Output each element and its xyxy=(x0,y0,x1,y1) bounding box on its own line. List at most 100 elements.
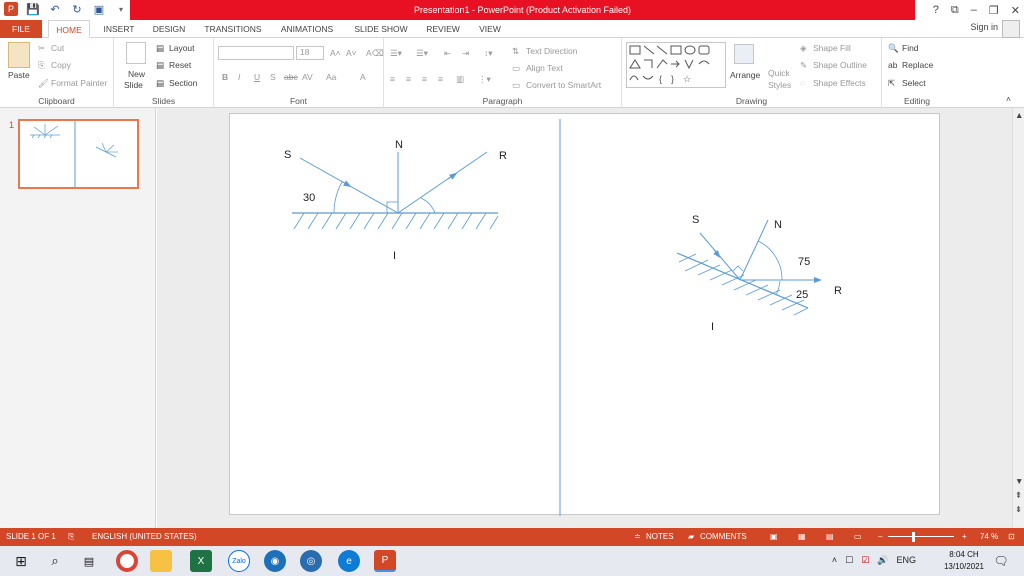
cut-button[interactable]: Cut xyxy=(51,43,64,53)
tab-home[interactable]: HOME xyxy=(48,20,90,38)
zoom-out-icon[interactable]: – xyxy=(878,528,882,546)
ribbon-display-options-button[interactable]: ⧉ xyxy=(951,4,959,17)
search-icon[interactable]: ⌕ xyxy=(44,550,66,572)
slide-thumbnail[interactable] xyxy=(18,119,139,189)
section-button[interactable]: Section xyxy=(169,78,197,88)
bold-button[interactable]: B xyxy=(222,72,228,82)
zoom-slider-thumb[interactable] xyxy=(912,532,915,542)
increase-indent-icon[interactable]: ⇥ xyxy=(462,48,469,59)
numbering-icon[interactable]: ☰▾ xyxy=(416,48,428,59)
font-name-input[interactable] xyxy=(218,46,294,60)
decrease-indent-icon[interactable]: ⇤ xyxy=(444,48,451,59)
copy-button[interactable]: Copy xyxy=(51,60,71,70)
close-button[interactable]: ✕ xyxy=(1011,4,1020,17)
help-button[interactable]: ? xyxy=(933,4,939,16)
minimize-button[interactable]: – xyxy=(971,4,977,16)
avatar[interactable] xyxy=(1002,20,1020,38)
customize-qat-icon[interactable]: ▾ xyxy=(114,2,128,16)
antivirus-icon[interactable]: ☑ xyxy=(861,555,869,566)
app-icon-2[interactable]: ◎ xyxy=(300,550,322,572)
clear-formatting-icon[interactable]: A⌫ xyxy=(366,48,384,59)
font-color-button[interactable]: A xyxy=(360,72,366,82)
bullets-icon[interactable]: ☰▾ xyxy=(390,48,402,59)
convert-smartart-button[interactable]: Convert to SmartArt xyxy=(526,80,601,90)
shape-outline-button[interactable]: Shape Outline xyxy=(813,60,867,70)
italic-button[interactable]: I xyxy=(238,72,240,82)
format-painter-button[interactable]: Format Painter xyxy=(51,78,107,88)
slide-sorter-icon[interactable]: ▦ xyxy=(798,528,806,546)
find-button[interactable]: Find xyxy=(902,43,919,53)
reading-view-icon[interactable]: ▤ xyxy=(826,528,834,546)
align-center-icon[interactable]: ≡ xyxy=(406,74,411,84)
character-spacing-button[interactable]: AV xyxy=(302,72,313,82)
slide-show-icon[interactable]: ▭ xyxy=(854,528,862,546)
slide-canvas[interactable]: S N R 30 I S N R 75 25 I xyxy=(229,113,940,524)
notes-button[interactable]: NOTES xyxy=(646,528,674,546)
normal-view-icon[interactable]: ▣ xyxy=(770,528,778,546)
paragraph-dialog-icon[interactable]: ⋮▾ xyxy=(478,74,491,85)
edge-icon[interactable]: e xyxy=(338,550,360,572)
maximize-button[interactable]: ❐ xyxy=(989,4,999,17)
file-explorer-icon[interactable] xyxy=(150,550,172,572)
task-view-icon[interactable]: ▤ xyxy=(78,550,100,572)
tab-animations[interactable]: ANIMATIONS xyxy=(276,20,338,38)
scroll-up-icon[interactable]: ▲ xyxy=(1015,110,1023,120)
zoom-slider[interactable] xyxy=(888,536,954,537)
network-icon[interactable]: ☐ xyxy=(845,555,853,566)
tab-insert[interactable]: INSERT xyxy=(98,20,140,38)
scroll-down-icon[interactable]: ▼ xyxy=(1015,476,1023,486)
tab-review[interactable]: REVIEW xyxy=(422,20,464,38)
vertical-scrollbar[interactable]: ▲ ▼ ⇞ ⇟ xyxy=(1012,108,1024,528)
language-status[interactable]: ENGLISH (UNITED STATES) xyxy=(92,528,197,546)
replace-button[interactable]: Replace xyxy=(902,60,933,70)
justify-icon[interactable]: ≡ xyxy=(438,74,443,84)
reset-button[interactable]: Reset xyxy=(169,60,191,70)
spell-check-icon[interactable]: ⎘ xyxy=(68,528,74,546)
strikethrough-button[interactable]: abc xyxy=(284,72,298,82)
text-direction-button[interactable]: Text Direction xyxy=(526,46,578,56)
volume-icon[interactable]: 🔊 xyxy=(877,555,888,566)
new-slide-icon[interactable] xyxy=(126,42,146,64)
align-left-icon[interactable]: ≡ xyxy=(390,74,395,84)
new-slide-button[interactable]: New xyxy=(128,69,145,79)
input-language[interactable]: ENG xyxy=(896,555,916,566)
undo-icon[interactable]: ↶ xyxy=(48,2,62,16)
quick-styles-button[interactable]: Quick xyxy=(768,68,790,78)
grow-font-icon[interactable]: A˄ xyxy=(330,48,341,58)
tray-chevron-icon[interactable]: ˄ xyxy=(832,555,837,566)
chrome-icon[interactable] xyxy=(116,550,138,572)
previous-slide-icon[interactable]: ⇞ xyxy=(1015,490,1022,501)
zoom-level[interactable]: 74 % xyxy=(980,528,998,546)
comments-button[interactable]: COMMENTS xyxy=(700,528,747,546)
align-right-icon[interactable]: ≡ xyxy=(422,74,427,84)
windows-start-icon[interactable]: ⊞ xyxy=(10,550,32,572)
tab-transitions[interactable]: TRANSITIONS xyxy=(200,20,266,38)
zoom-in-icon[interactable]: + xyxy=(962,528,967,546)
shrink-font-icon[interactable]: A˅ xyxy=(346,48,357,58)
zalo-icon[interactable]: Zalo xyxy=(228,550,250,572)
line-spacing-icon[interactable]: ↕▾ xyxy=(484,48,493,59)
powerpoint-taskbar-icon[interactable]: P xyxy=(374,550,396,572)
tab-view[interactable]: VIEW xyxy=(472,20,508,38)
sign-in-link[interactable]: Sign in xyxy=(970,22,998,32)
clock[interactable]: 8:04 CH 13/10/2021 xyxy=(944,549,984,573)
fit-slide-icon[interactable]: ⊡ xyxy=(1008,528,1015,546)
paste-icon[interactable] xyxy=(8,42,30,68)
tab-file[interactable]: FILE xyxy=(0,20,42,38)
arrange-icon[interactable] xyxy=(734,44,754,64)
tab-design[interactable]: DESIGN xyxy=(148,20,190,38)
start-from-beginning-icon[interactable]: ▣ xyxy=(92,2,106,16)
next-slide-icon[interactable]: ⇟ xyxy=(1015,504,1022,515)
layout-button[interactable]: Layout xyxy=(169,43,195,53)
change-case-button[interactable]: Aa xyxy=(326,72,336,82)
underline-button[interactable]: U xyxy=(254,72,260,82)
select-button[interactable]: Select xyxy=(902,78,926,88)
collapse-ribbon-icon[interactable]: ˄ xyxy=(1006,94,1011,104)
redo-icon[interactable]: ↻ xyxy=(70,2,84,16)
shape-effects-button[interactable]: Shape Effects xyxy=(813,78,866,88)
font-size-input[interactable]: 18 xyxy=(296,46,324,60)
paste-button[interactable]: Paste xyxy=(8,70,30,80)
save-icon[interactable]: 💾 xyxy=(26,2,40,16)
tab-slide-show[interactable]: SLIDE SHOW xyxy=(350,20,412,38)
shape-fill-button[interactable]: Shape Fill xyxy=(813,43,851,53)
